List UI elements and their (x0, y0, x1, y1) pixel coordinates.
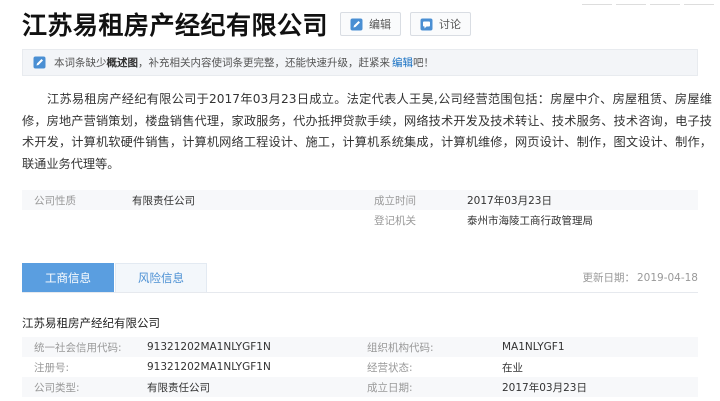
edit-button[interactable]: 编辑 (340, 12, 402, 36)
notice-text-middle: ，补充相关内容使词条更完整，还能快速升级，赶紧来 (138, 57, 390, 69)
basic-info-table: 公司性质 有限责任公司 成立时间 2017年03月23日 登记机关 泰州市海陵工… (22, 190, 698, 230)
tab-risk-info[interactable]: 风险信息 (115, 263, 207, 292)
registration-value: 有限责任公司 (147, 381, 210, 394)
basic-info-row: 登记机关 泰州市海陵工商行政管理局 (22, 210, 698, 230)
registration-value: 91321202MA1NLYGF1N (147, 361, 271, 373)
pencil-icon (350, 18, 363, 31)
basic-info-value: 有限责任公司 (132, 194, 195, 207)
info-tabs: 工商信息 风险信息 更新日期： 2019-04-18 (22, 263, 698, 293)
registration-label: 统一社会信用代码: (34, 341, 122, 354)
discuss-button-label: 讨论 (439, 18, 462, 31)
notice-bar: 本词条缺少 概述图 ，补充相关内容使词条更完整，还能快速升级，赶紧来 编辑 吧！ (22, 49, 698, 76)
edit-button-label: 编辑 (369, 18, 392, 31)
notice-highlight: 概述图 (106, 57, 139, 69)
registration-label: 组织机构代码: (367, 341, 434, 354)
registration-label: 成立日期: (367, 381, 413, 394)
basic-info-value: 2017年03月23日 (467, 194, 552, 207)
basic-info-label: 成立时间 (374, 194, 416, 207)
notice-edit-link[interactable]: 编辑 (392, 55, 413, 70)
top-right-decoration (582, 0, 720, 10)
page-title: 江苏易租房产经纪有限公司 (22, 11, 329, 40)
update-date-value: 2019-04-18 (636, 272, 698, 284)
registration-label: 注册号: (34, 361, 70, 374)
edit-note-icon (33, 56, 46, 69)
table-row: 统一社会信用代码: 91321202MA1NLYGF1N 组织机构代码: MA1… (22, 337, 698, 357)
notice-text-prefix: 本词条缺少 (54, 57, 107, 69)
registration-value: 2017年03月23日 (502, 381, 587, 394)
tab-business-info[interactable]: 工商信息 (22, 263, 114, 292)
basic-info-row: 公司性质 有限责任公司 成立时间 2017年03月23日 (22, 190, 698, 210)
registration-label: 经营状态: (367, 361, 413, 374)
discuss-button[interactable]: 讨论 (410, 12, 472, 36)
table-row: 注册号: 91321202MA1NLYGF1N 经营状态: 在业 (22, 357, 698, 377)
registration-value: MA1NLYGF1 (502, 341, 565, 353)
update-date: 更新日期： 2019-04-18 (580, 270, 698, 285)
registration-table: 统一社会信用代码: 91321202MA1NLYGF1N 组织机构代码: MA1… (22, 337, 698, 397)
registration-value: 在业 (502, 361, 523, 374)
basic-info-label: 登记机关 (374, 214, 416, 227)
table-row: 公司类型: 有限责任公司 成立日期: 2017年03月23日 (22, 377, 698, 397)
registration-value: 91321202MA1NLYGF1N (147, 341, 271, 353)
basic-info-label: 公司性质 (34, 194, 76, 207)
basic-info-value: 泰州市海陵工商行政管理局 (467, 214, 593, 227)
notice-text-suffix: 吧！ (413, 57, 434, 69)
summary-paragraph: 江苏易租房产经纪有限公司于2017年03月23日成立。法定代表人王昊,公司经营范… (22, 92, 712, 171)
company-name-heading: 江苏易租房产经纪有限公司 (22, 316, 160, 330)
title-row: 江苏易租房产经纪有限公司 编辑 讨论 (22, 6, 472, 42)
update-date-label: 更新日期： (582, 272, 635, 284)
registration-label: 公司类型: (34, 381, 80, 394)
chat-icon (420, 18, 433, 31)
